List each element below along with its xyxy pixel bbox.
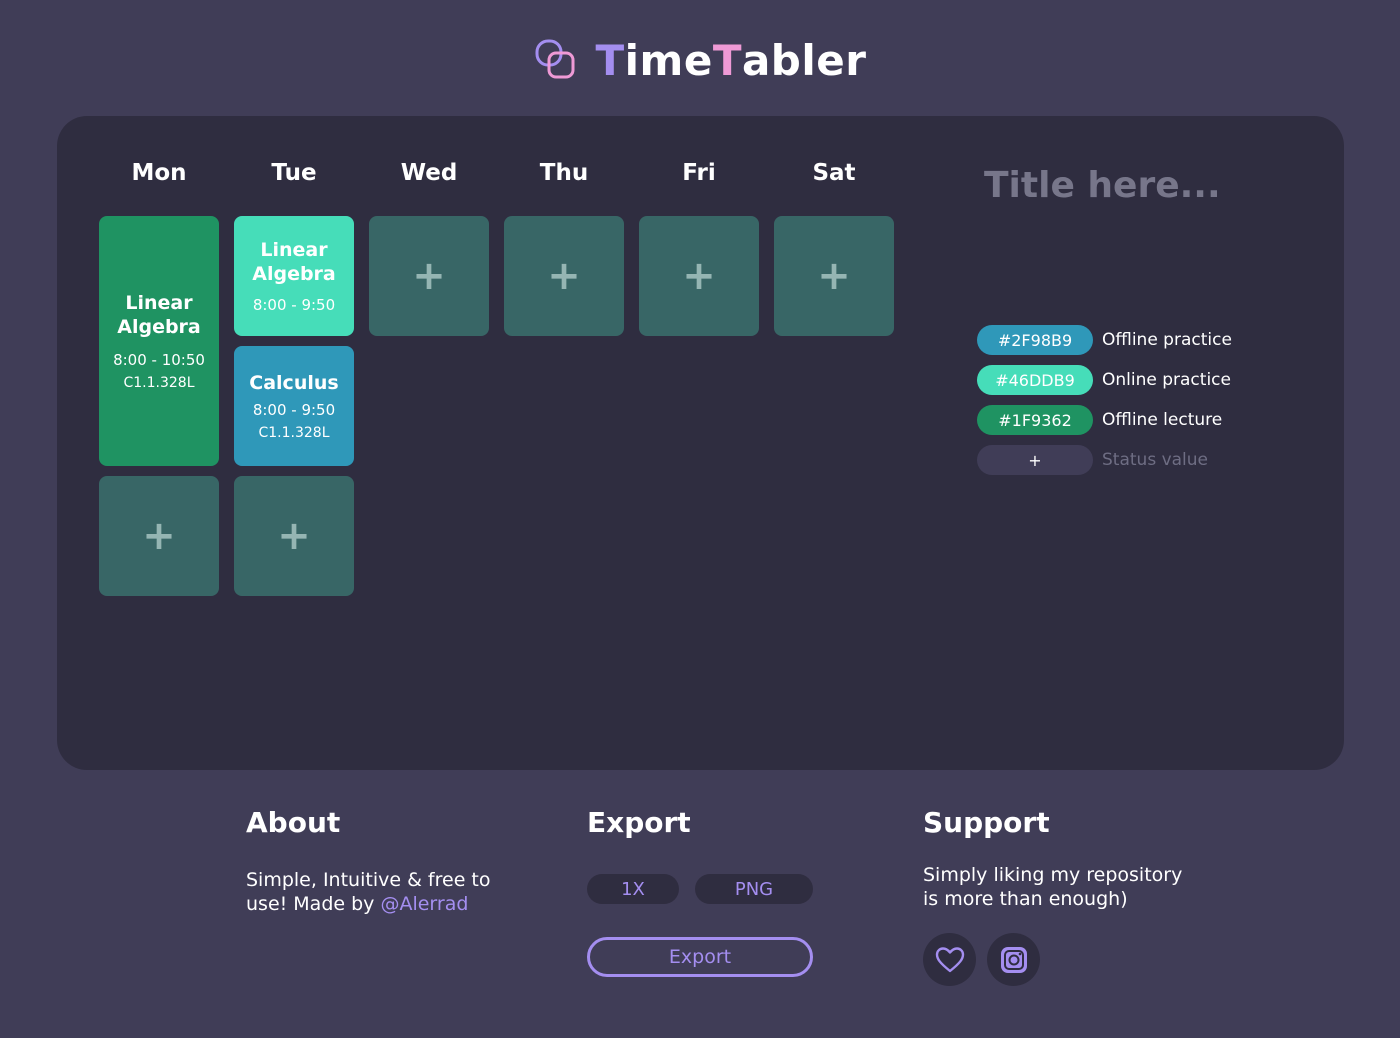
legend-item: #2F98B9 Offline practice (977, 325, 1232, 355)
day-header-fri: Fri (682, 160, 716, 186)
day-header-wed: Wed (400, 160, 458, 186)
class-tile-tue-linear-algebra[interactable]: Linear Algebra 8:00 - 9:50 (234, 216, 354, 336)
day-header-thu: Thu (539, 160, 589, 186)
add-status-button[interactable]: + (977, 445, 1093, 475)
class-subject: Linear Algebra (117, 292, 201, 338)
legend-color-pill[interactable]: #1F9362 (977, 405, 1093, 435)
overlapping-squares-icon (535, 39, 574, 79)
about-text: Simple, Intuitive & free to use! Made by… (246, 869, 491, 915)
instagram-button[interactable] (987, 933, 1040, 986)
add-class-button-tue[interactable]: + (234, 476, 354, 596)
export-button[interactable]: Export (587, 937, 813, 977)
add-class-button-fri[interactable]: + (639, 216, 759, 336)
timetable-title-input[interactable] (984, 160, 1304, 210)
status-value-input[interactable]: Status value (1102, 450, 1208, 470)
app-header: Time Tabler (0, 30, 1400, 90)
export-heading: Export (587, 806, 691, 839)
class-tile-mon-linear-algebra[interactable]: Linear Algebra 8:00 - 10:50 C1.1.328L (99, 216, 219, 466)
support-heading: Support (923, 806, 1050, 839)
like-button[interactable] (923, 933, 976, 986)
plus-icon: + (277, 513, 311, 559)
class-time: 8:00 - 10:50 (113, 351, 205, 369)
add-class-button-thu[interactable]: + (504, 216, 624, 336)
plus-icon: + (412, 253, 446, 299)
day-header-mon: Mon (131, 160, 187, 186)
about-heading: About (246, 806, 341, 839)
add-class-button-sat[interactable]: + (774, 216, 894, 336)
class-room: C1.1.328L (258, 425, 330, 441)
class-subject: Linear Algebra (252, 239, 336, 285)
support-text: Simply liking my repository is more than… (923, 864, 1183, 910)
legend-item: #46DDB9 Online practice (977, 365, 1231, 395)
brand-title: Time Tabler (595, 35, 867, 85)
legend-label[interactable]: Offline practice (1102, 330, 1232, 350)
plus-icon: + (142, 513, 176, 559)
day-header-tue: Tue (271, 160, 317, 186)
author-link[interactable]: @Alerrad (380, 893, 468, 915)
heart-icon (935, 946, 964, 972)
add-class-button-mon[interactable]: + (99, 476, 219, 596)
export-format-select[interactable]: PNG (695, 874, 813, 904)
add-class-button-wed[interactable]: + (369, 216, 489, 336)
plus-icon: + (817, 253, 851, 299)
plus-icon: + (547, 253, 581, 299)
export-scale-select[interactable]: 1X (587, 874, 679, 904)
plus-icon: + (682, 253, 716, 299)
legend-add-row: + Status value (977, 445, 1208, 475)
legend-color-pill[interactable]: #46DDB9 (977, 365, 1093, 395)
instagram-icon (1000, 946, 1027, 973)
class-room: C1.1.328L (123, 375, 195, 391)
day-header-sat: Sat (812, 160, 856, 186)
legend-label[interactable]: Online practice (1102, 370, 1231, 390)
class-subject: Calculus (249, 372, 339, 394)
legend-label[interactable]: Offline lecture (1102, 410, 1222, 430)
class-time: 8:00 - 9:50 (252, 401, 336, 419)
class-time: 8:00 - 9:50 (252, 296, 336, 314)
class-tile-tue-calculus[interactable]: Calculus 8:00 - 9:50 C1.1.328L (234, 346, 354, 466)
legend-item: #1F9362 Offline lecture (977, 405, 1222, 435)
legend-color-pill[interactable]: #2F98B9 (977, 325, 1093, 355)
